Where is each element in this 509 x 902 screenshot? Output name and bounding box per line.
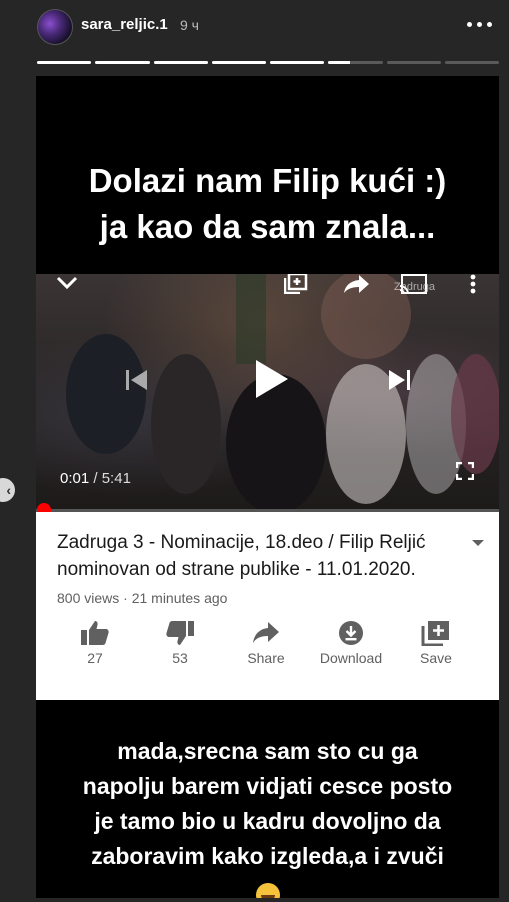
previous-icon[interactable] (126, 368, 148, 392)
progress-segment (270, 61, 325, 64)
progress-segment (211, 61, 266, 64)
grinning-sweat-emoji (255, 882, 280, 898)
progress-segment-fill (328, 61, 350, 64)
save-label: Save (420, 650, 452, 666)
share-button[interactable]: Share (231, 620, 301, 666)
thumbs-up-icon (81, 621, 109, 645)
back-arrow-icon[interactable]: ‹ (0, 478, 15, 502)
share-icon (253, 622, 279, 643)
progress-segment (95, 61, 150, 64)
fullscreen-icon[interactable] (456, 462, 474, 480)
post-time: 9 ч (180, 17, 199, 33)
username[interactable]: sara_reljic.1 (81, 16, 168, 33)
download-button[interactable]: Download (316, 620, 386, 666)
cast-text: Zadruga (394, 281, 435, 293)
bottom-caption-line: zaboravim kako izgleda,a i zvuči (91, 843, 444, 869)
progress-segment (386, 61, 441, 64)
share-icon[interactable] (343, 274, 371, 294)
video-info-panel: Zadruga 3 - Nominacije, 18.deo / Filip R… (36, 512, 499, 700)
play-icon[interactable] (254, 358, 290, 400)
progress-segment-fill (153, 61, 208, 64)
progress-segment-fill (270, 61, 325, 64)
bottom-caption-line: je tamo bio u kadru dovoljno da (94, 808, 441, 834)
story-header: sara_reljic.1 9 ч (0, 0, 509, 56)
top-caption: Dolazi nam Filip kući :) ja kao da sam z… (36, 158, 499, 250)
dislike-count: 53 (172, 650, 188, 666)
like-button[interactable]: 27 (60, 620, 130, 666)
current-time: 0:01 (60, 470, 90, 487)
expand-icon[interactable] (472, 540, 484, 546)
next-icon[interactable] (388, 368, 410, 392)
more-options-icon[interactable] (466, 14, 494, 34)
bottom-caption-line: napolju barem vidjati cesce posto (82, 773, 453, 799)
progress-segment (444, 61, 499, 64)
time-separator: / (89, 470, 102, 487)
duration: 5:41 (101, 470, 131, 487)
progress-segment-fill (37, 61, 92, 64)
progress-segment (37, 61, 92, 64)
bottom-caption-line: mada,srecna sam sto cu ga (117, 738, 418, 764)
share-label: Share (247, 650, 285, 666)
progress-segment (328, 61, 383, 64)
download-icon (339, 621, 363, 645)
save-icon (421, 621, 449, 646)
avatar[interactable] (37, 9, 73, 45)
more-vert-icon[interactable] (469, 274, 477, 294)
progress-segment-fill (95, 61, 150, 64)
story-progress-bar (37, 61, 499, 64)
story-content[interactable]: Dolazi nam Filip kući :) ja kao da sam z… (36, 76, 499, 898)
progress-segment (153, 61, 208, 64)
top-caption-line: ja kao da sam znala... (99, 208, 436, 245)
download-label: Download (319, 650, 383, 666)
save-button[interactable]: Save (401, 620, 471, 666)
chevron-down-icon[interactable] (56, 276, 78, 290)
add-to-queue-icon[interactable] (284, 274, 308, 294)
video-title[interactable]: Zadruga 3 - Nominacije, 18.deo / Filip R… (57, 529, 462, 583)
progress-segment-fill (211, 61, 266, 64)
top-caption-line: Dolazi nam Filip kući :) (88, 162, 447, 199)
video-meta: 800 views · 21 minutes ago (57, 590, 228, 606)
dislike-button[interactable]: 53 (145, 620, 215, 666)
video-timestamp: 0:01 / 5:41 (60, 470, 131, 487)
thumbs-down-icon (166, 621, 194, 645)
bottom-caption: mada,srecna sam sto cu ga napolju barem … (36, 734, 499, 898)
like-count: 27 (87, 650, 103, 666)
